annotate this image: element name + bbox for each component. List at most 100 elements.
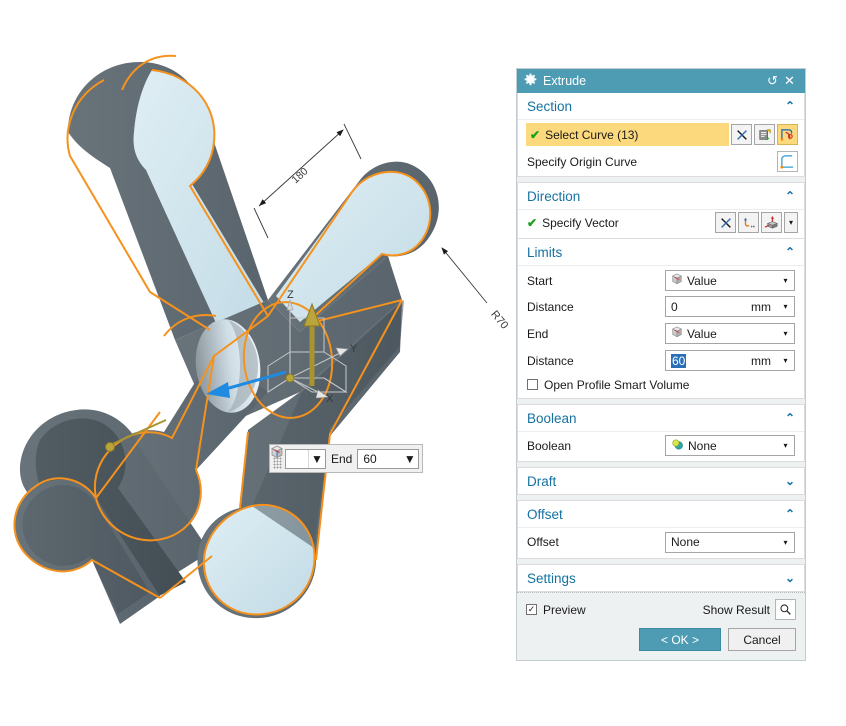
model-canvas[interactable]: Z Y X 180 R70 bbox=[0, 0, 516, 726]
cad-viewport[interactable]: Z Y X 180 R70 ▼ End 60 ▼ bbox=[0, 0, 516, 726]
mini-toolbar-end-value-field[interactable]: 60 ▼ bbox=[357, 448, 420, 469]
section-header-label: Section bbox=[527, 98, 573, 114]
mini-toolbar-end-value: 60 bbox=[363, 451, 377, 466]
triad-label-y: Y bbox=[350, 343, 358, 355]
offset-label: Offset bbox=[527, 535, 559, 549]
end-distance-unit: mm bbox=[751, 353, 771, 368]
boolean-value: None bbox=[688, 438, 717, 453]
search-icon[interactable] bbox=[775, 599, 796, 620]
offset-value: None bbox=[671, 535, 700, 549]
select-curve-row[interactable]: ✔ Select Curve (13) bbox=[526, 123, 729, 146]
chevron-down-icon[interactable]: ▾ bbox=[777, 329, 794, 338]
origin-curve-icon-button[interactable] bbox=[777, 151, 798, 172]
value-cube-icon bbox=[671, 326, 683, 341]
section-header-settings[interactable]: Settings ⌄ bbox=[518, 565, 804, 591]
preview-label: Preview bbox=[543, 602, 586, 617]
start-type-select[interactable]: Value ▾ bbox=[665, 270, 795, 291]
show-result-label: Show Result bbox=[702, 602, 770, 617]
start-distance-input[interactable]: 0 mm ▾ bbox=[665, 296, 795, 317]
section-header-draft[interactable]: Draft ⌄ bbox=[518, 468, 804, 494]
chevron-up-icon[interactable]: ⌃ bbox=[785, 245, 795, 259]
reset-button[interactable]: ↺ bbox=[764, 73, 781, 89]
end-value-dropdown-arrow[interactable]: ▼ bbox=[401, 450, 418, 468]
offset-row: Offset None ▾ bbox=[518, 528, 804, 558]
draft-header-label: Draft bbox=[527, 473, 557, 489]
check-glyph: ✓ bbox=[527, 604, 536, 614]
settings-header-label: Settings bbox=[527, 570, 576, 586]
section-header-offset[interactable]: Offset ⌃ bbox=[518, 501, 804, 528]
section-header-direction[interactable]: Direction ⌃ bbox=[518, 183, 804, 210]
select-intersect-icon-button[interactable] bbox=[731, 124, 752, 145]
boolean-header-label: Boolean bbox=[527, 410, 577, 426]
chevron-down-icon[interactable]: ▾ bbox=[777, 538, 794, 547]
open-profile-label: Open Profile Smart Volume bbox=[544, 377, 690, 392]
chevron-up-icon[interactable]: ⌃ bbox=[785, 99, 795, 113]
open-profile-row[interactable]: Open Profile Smart Volume bbox=[518, 374, 804, 398]
sketch-section-icon-button[interactable] bbox=[777, 124, 798, 145]
chevron-up-icon[interactable]: ⌃ bbox=[785, 411, 795, 425]
boolean-card: Boolean ⌃ Boolean None ▾ bbox=[517, 404, 805, 462]
dialog-title-bar[interactable]: Extrude ↺ ✕ bbox=[517, 69, 805, 93]
chevron-down-icon[interactable]: ▾ bbox=[777, 276, 794, 285]
start-label: Start bbox=[527, 273, 553, 288]
end-type-value: Value bbox=[687, 326, 717, 341]
triad-label-x: X bbox=[326, 393, 334, 405]
dimension-label-180: 180 bbox=[289, 165, 310, 186]
section-header-section[interactable]: Section ⌃ bbox=[518, 93, 804, 120]
end-type-select[interactable]: Value ▾ bbox=[665, 323, 795, 344]
end-distance-input[interactable]: 60 mm ▾ bbox=[665, 350, 795, 371]
open-profile-checkbox[interactable] bbox=[527, 379, 538, 390]
chevron-down-icon[interactable]: ⌄ bbox=[785, 474, 795, 488]
settings-card: Settings ⌄ bbox=[517, 564, 805, 592]
chevron-down-icon[interactable]: ▾ bbox=[777, 441, 794, 450]
section-header-limits[interactable]: Limits ⌃ bbox=[518, 239, 804, 266]
chevron-up-icon[interactable]: ⌃ bbox=[785, 189, 795, 203]
vector-normal-icon-button[interactable] bbox=[738, 212, 759, 233]
vector-dropdown-arrow[interactable]: ▾ bbox=[784, 212, 798, 233]
radius-dimension-r70[interactable]: R70 bbox=[441, 247, 510, 332]
boolean-row: Boolean None ▾ bbox=[518, 432, 804, 461]
check-icon: ✔ bbox=[530, 127, 541, 142]
end-distance-value: 60 bbox=[671, 353, 687, 368]
specify-origin-curve-label: Specify Origin Curve bbox=[527, 154, 638, 169]
check-icon: ✔ bbox=[527, 215, 538, 230]
ok-button[interactable]: < OK > bbox=[639, 628, 721, 651]
limits-start-distance-row: Distance 0 mm ▾ bbox=[518, 293, 804, 320]
draft-card: Draft ⌄ bbox=[517, 467, 805, 495]
cancel-button[interactable]: Cancel bbox=[728, 628, 796, 651]
start-distance-label: Distance bbox=[527, 299, 574, 314]
vector-intersect-icon-button[interactable] bbox=[715, 212, 736, 233]
dimension-label-r70: R70 bbox=[488, 308, 510, 331]
close-button[interactable]: ✕ bbox=[781, 73, 798, 89]
end-label: End bbox=[527, 326, 549, 341]
limits-start-row: Start Value ▾ bbox=[518, 266, 804, 293]
end-distance-label: Distance bbox=[527, 353, 574, 368]
start-distance-value: 0 bbox=[671, 299, 678, 314]
chevron-down-icon[interactable]: ⌄ bbox=[785, 571, 795, 585]
chevron-down-icon[interactable]: ▾ bbox=[777, 302, 794, 311]
boolean-none-icon bbox=[671, 438, 684, 454]
chevron-down-icon[interactable]: ▾ bbox=[777, 356, 794, 365]
section-header-boolean[interactable]: Boolean ⌃ bbox=[518, 405, 804, 432]
gear-icon bbox=[524, 73, 537, 89]
boolean-select[interactable]: None ▾ bbox=[665, 435, 795, 456]
preview-checkbox[interactable]: ✓ bbox=[526, 604, 537, 615]
floating-value-toolbar[interactable]: ▼ End 60 ▼ bbox=[269, 444, 424, 473]
value-type-dropdown-arrow[interactable]: ▼ bbox=[308, 449, 325, 468]
curve-rule-icon-button[interactable] bbox=[754, 124, 775, 145]
limits-end-row: End Value ▾ bbox=[518, 320, 804, 347]
vector-constructor-icon-button[interactable] bbox=[761, 212, 782, 233]
dialog-title: Extrude bbox=[543, 74, 587, 88]
value-type-combo[interactable]: ▼ bbox=[271, 445, 326, 469]
mini-toolbar-end-label: End bbox=[331, 451, 353, 466]
start-type-value: Value bbox=[687, 273, 717, 288]
direction-card: Direction ⌃ ✔ Specify Vector ▾ bbox=[517, 182, 805, 239]
triad-label-z: Z bbox=[287, 289, 294, 301]
extrude-dialog[interactable]: Extrude ↺ ✕ Section ⌃ ✔ Select Curve (13… bbox=[516, 68, 806, 661]
specify-vector-label: Specify Vector bbox=[542, 215, 619, 230]
offset-select[interactable]: None ▾ bbox=[665, 531, 795, 553]
dialog-footer: ✓ Preview Show Result < OK > Cancel bbox=[517, 592, 805, 660]
direction-header-label: Direction bbox=[527, 188, 581, 204]
chevron-up-icon[interactable]: ⌃ bbox=[785, 507, 795, 521]
boolean-label: Boolean bbox=[527, 438, 572, 453]
